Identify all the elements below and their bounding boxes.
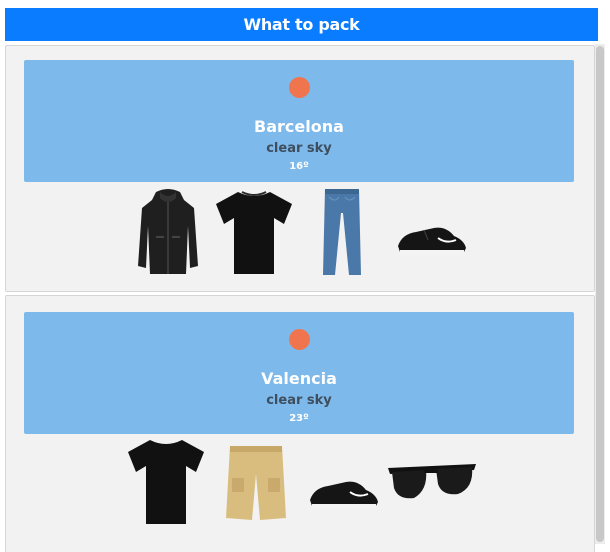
jacket-icon xyxy=(136,186,200,276)
sunglasses-icon xyxy=(386,460,478,506)
tshirt-icon xyxy=(124,438,208,526)
weather-panel: Valencia clear sky 23º xyxy=(24,312,574,434)
sneakers-icon xyxy=(306,476,382,512)
scrollbar-thumb[interactable] xyxy=(596,46,604,542)
jeans-icon xyxy=(321,187,363,277)
sneakers-icon xyxy=(394,222,470,258)
sun-icon xyxy=(289,77,310,98)
city-card: Valencia clear sky 23º xyxy=(5,295,595,552)
city-name: Barcelona xyxy=(254,117,344,136)
page-title: What to pack xyxy=(243,15,360,34)
results-list[interactable]: Barcelona clear sky 16º Valencia clear s… xyxy=(5,41,610,552)
temperature: 23º xyxy=(289,413,309,424)
temperature: 16º xyxy=(289,161,309,172)
sun-icon xyxy=(289,329,310,350)
tshirt-icon xyxy=(212,190,296,276)
scrollbar[interactable] xyxy=(595,44,605,544)
shorts-icon xyxy=(224,444,288,522)
city-name: Valencia xyxy=(261,369,337,388)
weather-panel: Barcelona clear sky 16º xyxy=(24,60,574,182)
page-header: What to pack xyxy=(5,8,598,41)
weather-description: clear sky xyxy=(266,393,332,408)
weather-description: clear sky xyxy=(266,141,332,156)
city-card: Barcelona clear sky 16º xyxy=(5,45,595,292)
